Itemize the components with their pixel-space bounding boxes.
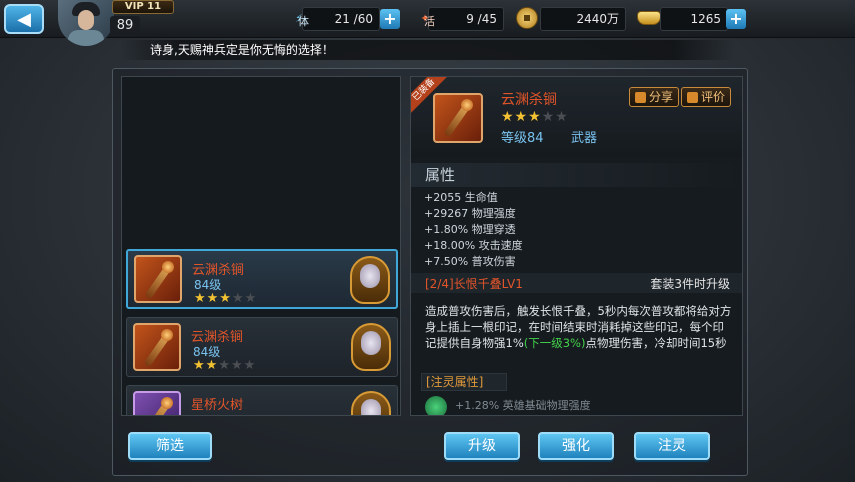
upgrade-button[interactable]: 升级 — [444, 432, 520, 460]
set-note: 套装3件时升级 — [650, 277, 730, 291]
vitality-value: 9 /45 — [428, 7, 504, 31]
item-stars: ★★★★★ — [194, 291, 258, 306]
weapon-icon — [134, 255, 182, 303]
enhance-button[interactable]: 强化 — [538, 432, 614, 460]
stamina-value: 21 /60 — [302, 7, 380, 31]
gold-value: 1265 — [660, 7, 728, 31]
description-next-level: (下一级3%) — [523, 336, 586, 350]
item-list-panel[interactable]: 云渊杀锏 84级 ★★★★★ 云渊杀锏 84级 ★★★★★ 星桥火树 — [121, 76, 401, 416]
detail-stars: ★★★★★ — [501, 109, 569, 125]
player-level: 89 — [110, 16, 140, 36]
spirit-title: [注灵属性] — [421, 373, 507, 391]
list-item[interactable]: 云渊杀锏 84级 ★★★★★ — [126, 249, 398, 309]
share-label: 分享 — [649, 90, 674, 104]
item-stars: ★★★★★ — [193, 358, 257, 373]
vip-badge[interactable]: VIP 11 — [112, 0, 174, 14]
share-button[interactable]: 分享 — [629, 87, 680, 107]
attribute-line: +29267 物理强度 — [424, 207, 516, 220]
edit-icon — [687, 91, 698, 103]
vitality-label: 活 — [424, 15, 435, 28]
share-icon — [635, 91, 646, 103]
review-label: 评价 — [701, 90, 726, 104]
hero-portrait[interactable] — [350, 256, 390, 304]
list-item[interactable]: 云渊杀锏 84级 ★★★★★ — [126, 317, 398, 377]
item-detail-panel: 已装备 云渊杀锏 ★★★★★ 等级84 武器 分享 评价 属性 +2055 生命… — [410, 76, 743, 416]
stamina-label: 体 — [298, 15, 309, 28]
hero-portrait[interactable] — [351, 391, 391, 415]
set-bonus-bar: [2/4]长恨千叠LV1 套装3件时升级 — [411, 273, 742, 293]
set-description: 造成普攻伤害后，触发长恨千叠，5秒内每次普攻都将给对方身上插上一根印记，在时间结… — [425, 303, 735, 351]
set-title: [2/4]长恨千叠LV1 — [425, 277, 523, 291]
back-button[interactable]: ◀ — [4, 4, 44, 34]
detail-item-name: 云渊杀锏 — [501, 92, 557, 108]
hero-portrait[interactable] — [351, 323, 391, 371]
review-button[interactable]: 评价 — [681, 87, 732, 107]
coin-icon — [514, 4, 540, 32]
spirit-gem-icon — [425, 396, 447, 415]
attributes-title: 属性 — [411, 163, 742, 187]
list-item[interactable]: 星桥火树 — [126, 385, 398, 415]
marquee-text: 诗身,天赐神兵定是你无悔的选择！ — [150, 43, 334, 57]
filter-button[interactable]: 筛选 — [128, 432, 212, 460]
attribute-line: +2055 生命值 — [424, 191, 498, 204]
spirit-attribute: +1.28% 英雄基础物理强度 — [455, 399, 591, 412]
gold-add-button[interactable]: + — [726, 9, 746, 29]
gold-ingot-icon — [636, 4, 662, 32]
attribute-line: +18.00% 攻击速度 — [424, 239, 523, 252]
stamina-add-button[interactable]: + — [380, 9, 400, 29]
weapon-icon — [133, 323, 181, 371]
attribute-line: +7.50% 普攻伤害 — [424, 255, 516, 268]
description-text-end: 点物理伤害，冷却时间15秒 — [585, 336, 727, 350]
coins-value: 2440万 — [540, 7, 626, 31]
item-icon — [133, 391, 181, 415]
detail-type: 武器 — [571, 131, 598, 146]
weapon-icon — [433, 93, 483, 143]
detail-level: 等级84 — [501, 131, 544, 146]
item-name: 星桥火树 — [191, 398, 244, 413]
spirit-button[interactable]: 注灵 — [634, 432, 710, 460]
back-arrow-icon: ◀ — [17, 8, 31, 30]
top-bar: ◀ VIP 11 89 ⚡ 21 /60 体 + ✦ 9 /45 活 2440万… — [0, 0, 855, 46]
attribute-line: +1.80% 物理穿透 — [424, 223, 516, 236]
